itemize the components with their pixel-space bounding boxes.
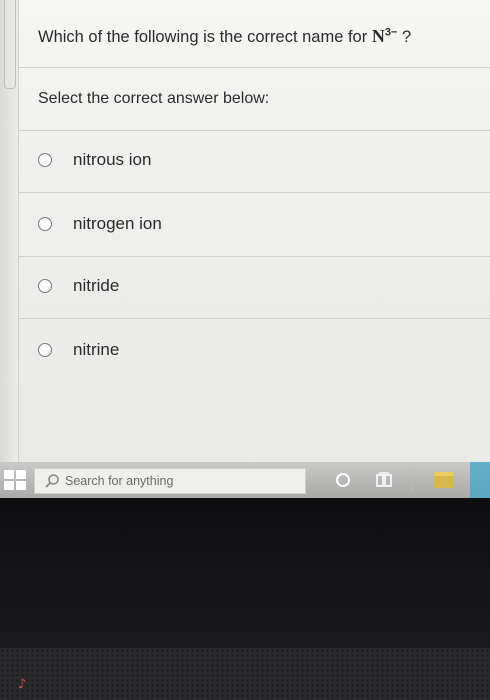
radio-button[interactable] [38, 279, 52, 293]
question-prefix: Which of the following is the correct na… [38, 28, 372, 46]
answer-option-label: nitrous ion [73, 150, 152, 169]
divider [18, 130, 490, 131]
divider [18, 192, 490, 193]
divider [18, 67, 490, 68]
answer-option-1[interactable]: nitrous ion [38, 145, 151, 175]
speaker-icon: ♪ [18, 677, 27, 692]
answer-option-label: nitrine [73, 340, 120, 359]
radio-button[interactable] [38, 153, 52, 167]
pinned-app-icon[interactable] [470, 462, 490, 498]
divider [18, 256, 490, 257]
radio-button[interactable] [38, 217, 52, 231]
taskbar-search-box[interactable]: Search for anything [34, 468, 306, 494]
taskbar-separator [412, 468, 413, 492]
search-icon [45, 474, 59, 488]
answer-option-label: nitrogen ion [73, 214, 162, 233]
windows-start-icon[interactable] [4, 470, 26, 490]
file-explorer-icon[interactable] [434, 472, 454, 488]
left-panel-edge [0, 0, 19, 462]
answer-option-label: nitride [73, 276, 120, 295]
radio-button[interactable] [38, 343, 52, 357]
left-panel-tab[interactable] [4, 0, 16, 89]
cortana-icon[interactable] [336, 473, 350, 487]
question-text: Which of the following is the correct na… [38, 26, 411, 47]
search-placeholder: Search for anything [65, 474, 174, 488]
formula-symbol: N [371, 26, 385, 46]
question-suffix: ? [397, 28, 412, 46]
divider [18, 318, 490, 319]
answer-option-3[interactable]: nitride [38, 271, 119, 301]
windows-taskbar: Search for anything [0, 462, 490, 498]
instruction-text: Select the correct answer below: [38, 90, 270, 107]
monitor-bezel [0, 498, 490, 648]
answer-option-4[interactable]: nitrine [38, 335, 119, 365]
formula-charge: 3− [384, 26, 398, 39]
answer-option-2[interactable]: nitrogen ion [38, 209, 162, 239]
speaker-grille [0, 648, 490, 700]
quiz-screen: Which of the following is the correct na… [0, 0, 490, 462]
task-view-icon[interactable] [376, 472, 394, 488]
